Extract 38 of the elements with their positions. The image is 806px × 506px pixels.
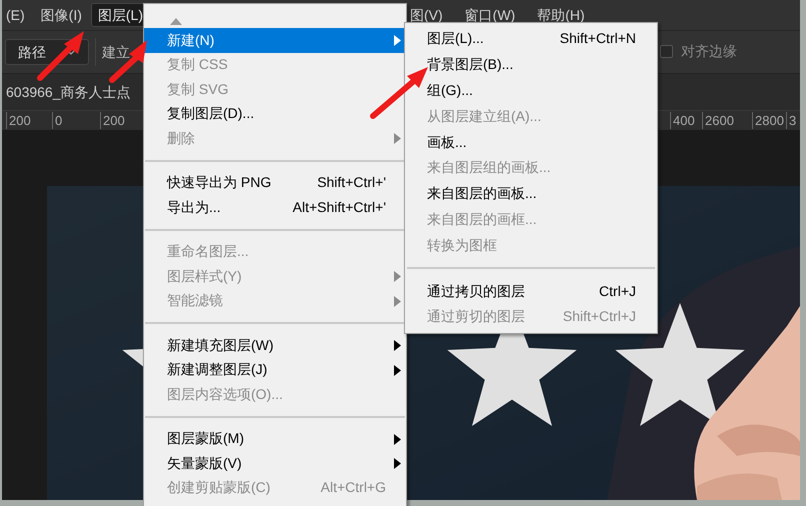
menu-item[interactable]: 通过拷贝的图层 Ctrl+J — [405, 278, 657, 304]
shortcut: Shift+Ctrl+J — [562, 307, 636, 326]
make-label: 建立 — [102, 42, 130, 62]
menu-bar-item[interactable]: 窗口(W) — [458, 3, 522, 27]
ruler-label: 3 — [786, 112, 796, 129]
ruler-label: 200 — [100, 112, 125, 129]
menu-item[interactable]: 新建调整图层(J) — [144, 358, 406, 382]
menu-item[interactable]: 导出为... Alt+Shift+Ctrl+' — [144, 195, 406, 220]
menu-item[interactable]: 快速导出为 PNG Shift+Ctrl+' — [144, 170, 406, 195]
ruler-label: 400 — [670, 112, 695, 129]
menu-item[interactable]: 新建(N) — [144, 28, 406, 52]
menu-bar-item[interactable]: (E) — [2, 3, 32, 27]
menu-item[interactable]: 来自图层的画板... — [405, 180, 657, 207]
menu-item[interactable]: 新建填充图层(W) — [144, 333, 406, 358]
shortcut: Ctrl+J — [599, 282, 636, 301]
menu-bar-item[interactable]: 图像(I) — [34, 3, 89, 27]
menu-item[interactable]: 组(G)... — [405, 78, 657, 104]
menu-item[interactable]: 复制图层(D)... — [144, 102, 406, 126]
shortcut: Shift+Ctrl+N — [560, 29, 636, 48]
shortcut: Alt+Shift+Ctrl+' — [292, 198, 386, 217]
menu-item[interactable]: 矢量蒙版(V) — [144, 451, 406, 476]
ruler-label: 200 — [6, 112, 31, 129]
ruler-label: 2600 — [702, 112, 734, 129]
align-edges-checkbox[interactable] — [660, 45, 673, 58]
menu-item[interactable]: 图层蒙版(M) — [144, 426, 406, 451]
menu-item[interactable]: 图层(L)... Shift+Ctrl+N — [405, 26, 657, 52]
menu-bar-item[interactable]: 帮助(H) — [530, 3, 592, 27]
annotation-arrow — [370, 67, 428, 119]
align-edges-label: 对齐边缘 — [681, 42, 737, 61]
document-tab[interactable]: 603966_商务人士点 — [6, 82, 131, 102]
shortcut: Alt+Ctrl+G — [320, 478, 386, 498]
menu-item[interactable]: 背景图层(B)... — [405, 52, 657, 78]
ruler-label: 2800 — [752, 112, 784, 129]
scroll-up-icon — [170, 18, 182, 25]
shortcut: Shift+Ctrl+' — [317, 173, 386, 192]
ruler-label: 0 — [52, 112, 62, 129]
menu-bar-item[interactable]: 图(V) — [403, 3, 450, 27]
menu-item[interactable]: 画板... — [405, 129, 657, 155]
